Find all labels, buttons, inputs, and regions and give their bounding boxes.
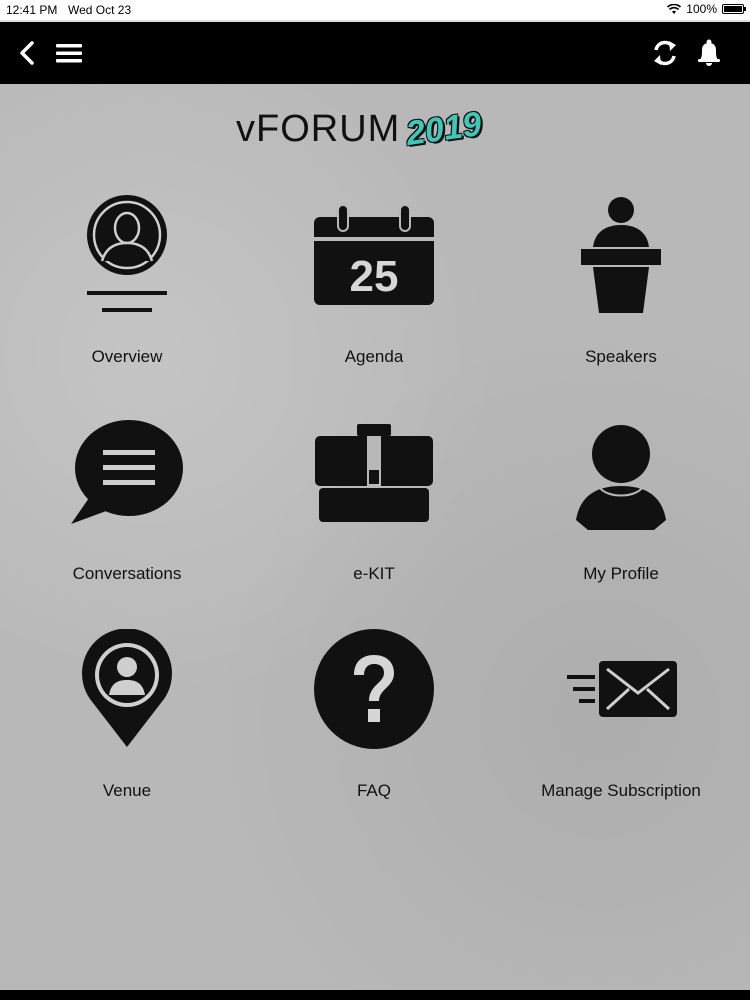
calendar-day: 25 (350, 252, 399, 301)
tile-overview[interactable]: Overview (4, 195, 250, 395)
calendar-icon: 25 (314, 204, 434, 305)
tile-ekit[interactable]: e-KIT (251, 412, 497, 612)
envelope-icon (567, 661, 677, 717)
profile-icon (576, 425, 666, 530)
overview-icon (87, 195, 167, 312)
tile-speakers[interactable]: Speakers (498, 195, 744, 395)
vforum-logo: vFORUM 2019 (236, 104, 516, 154)
tile-label: Overview (91, 347, 163, 366)
tile-manage-subscription[interactable]: Manage Subscription (498, 629, 744, 829)
status-right: 100% (667, 2, 746, 16)
tile-label: e-KIT (353, 564, 395, 583)
battery-icon (722, 4, 746, 14)
location-pin-icon (82, 629, 172, 747)
tile-label: My Profile (583, 564, 659, 583)
tile-label: Conversations (72, 564, 182, 583)
tile-label: FAQ (356, 781, 391, 800)
navbar (0, 20, 750, 84)
tile-venue[interactable]: Venue (4, 629, 250, 829)
tile-conversations[interactable]: Conversations (4, 412, 250, 612)
logo-year: 2019 (403, 104, 485, 153)
sync-button[interactable] (646, 34, 684, 72)
tile-faq[interactable]: FAQ (251, 629, 497, 829)
tile-agenda[interactable]: 25 Agenda (251, 195, 497, 395)
bell-icon (698, 39, 720, 66)
briefcase-icon (315, 424, 433, 522)
tile-label: Manage Subscription (541, 781, 701, 800)
status-date: Wed Oct 23 (68, 3, 132, 17)
battery-percent: 100% (686, 2, 717, 16)
notifications-button[interactable] (690, 34, 728, 72)
question-icon (314, 629, 434, 749)
chat-bubble-icon (71, 420, 183, 524)
speaker-podium-icon (581, 197, 661, 313)
hamburger-icon (56, 44, 82, 63)
status-bar: 12:41 PM Wed Oct 23 100% (0, 0, 750, 20)
logo-text: vFORUM (236, 107, 401, 150)
back-button[interactable] (8, 34, 46, 72)
wifi-icon (667, 3, 682, 14)
menu-button[interactable] (50, 34, 88, 72)
status-time: 12:41 PM (6, 3, 58, 17)
tile-my-profile[interactable]: My Profile (498, 412, 744, 612)
bottom-bar (0, 990, 750, 1000)
tile-label: Venue (102, 781, 152, 800)
sync-icon (654, 40, 676, 66)
tile-label: Speakers (585, 347, 657, 366)
chevron-left-icon (20, 41, 34, 65)
tile-label: Agenda (344, 347, 404, 366)
